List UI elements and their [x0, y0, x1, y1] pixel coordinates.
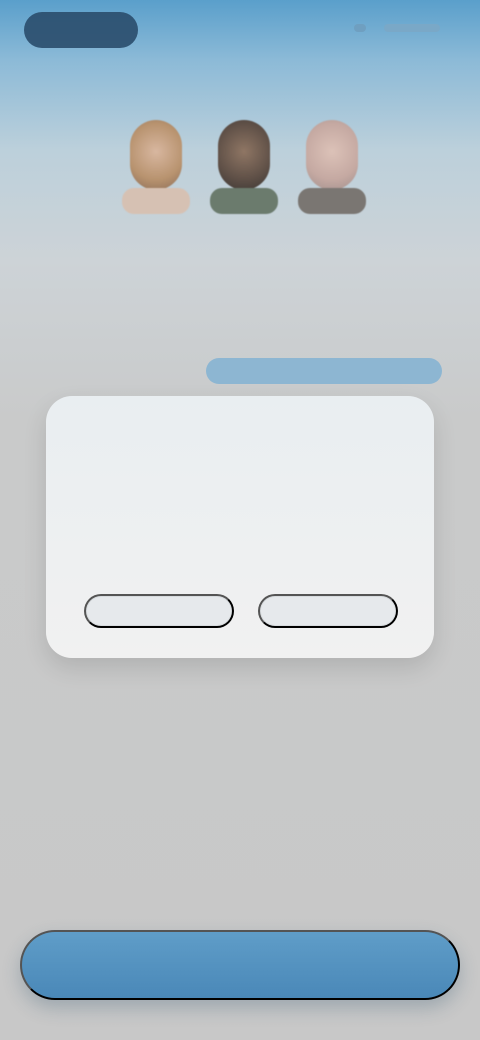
avatar-face	[306, 120, 358, 190]
avatar-group	[120, 110, 370, 220]
top-left-pill[interactable]	[24, 12, 138, 48]
avatar-shirt	[210, 188, 278, 214]
dialog-primary-button[interactable]	[84, 594, 234, 628]
avatar	[120, 110, 192, 214]
hero-tag	[206, 358, 442, 384]
status-bar-icon	[384, 24, 440, 32]
avatar	[296, 110, 368, 214]
status-dot-icon	[354, 24, 366, 32]
footer-note	[70, 892, 410, 910]
avatar-shirt	[298, 188, 366, 214]
primary-cta-button[interactable]	[20, 930, 460, 1000]
avatar-shirt	[122, 188, 190, 214]
avatar-face	[218, 120, 270, 190]
avatar	[208, 110, 280, 214]
dialog-secondary-button[interactable]	[258, 594, 398, 628]
dialog-card	[46, 396, 434, 658]
app-screen	[0, 0, 480, 1040]
avatar-face	[130, 120, 182, 190]
status-indicators	[354, 20, 444, 36]
